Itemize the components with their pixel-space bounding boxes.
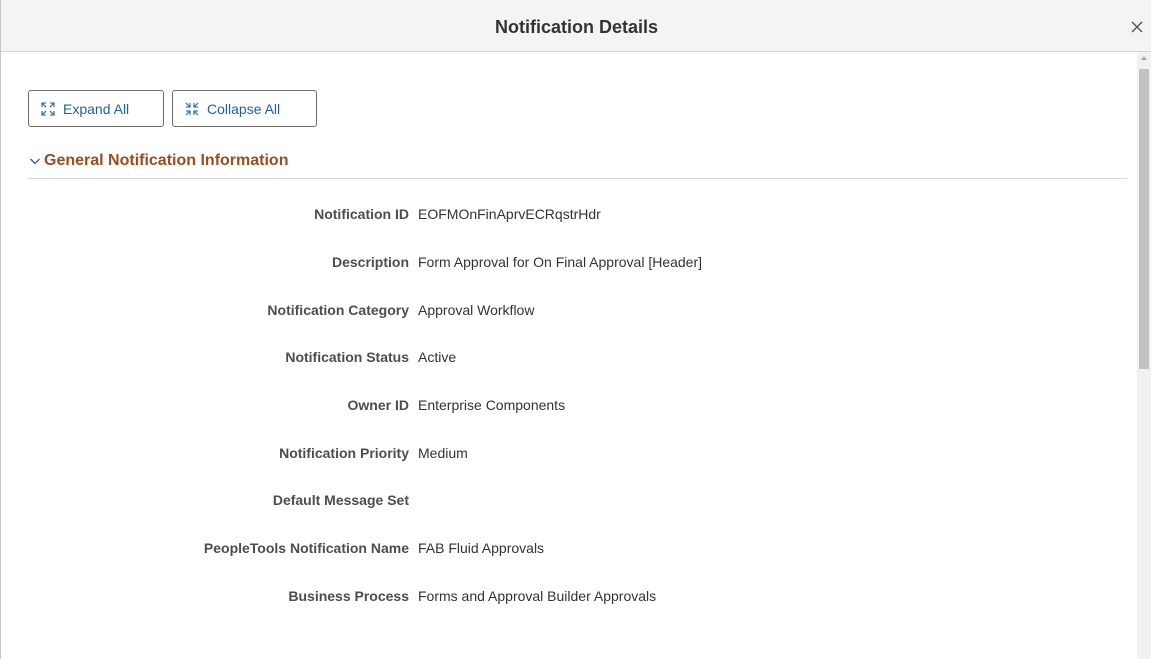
- field-row-notification-status: Notification Status Active: [1, 349, 1101, 369]
- field-value: FAB Fluid Approvals: [418, 540, 545, 556]
- field-value: Active: [418, 349, 457, 365]
- field-value: EOFMOnFinAprvECRqstrHdr: [418, 206, 601, 222]
- field-label: PeopleTools Notification Name: [203, 540, 409, 556]
- notification-details-dialog: Notification Details Expand All Collapse…: [0, 0, 1151, 659]
- field-label: Default Message Set: [272, 492, 409, 508]
- dialog-title: Notification Details: [494, 17, 659, 37]
- field-label: Notification ID: [314, 206, 409, 222]
- section-divider: [28, 178, 1127, 179]
- field-row-owner-id: Owner ID Enterprise Components: [1, 397, 1101, 417]
- field-row-business-process: Business Process Forms and Approval Buil…: [1, 588, 1101, 608]
- section-title: General Notification Information: [44, 152, 289, 169]
- field-value: Form Approval for On Final Approval [Hea…: [418, 254, 703, 270]
- vertical-scrollbar[interactable]: [1137, 52, 1151, 659]
- collapse-all-button[interactable]: Collapse All: [172, 90, 317, 127]
- field-value: Medium: [418, 445, 468, 461]
- field-label: Owner ID: [347, 397, 409, 413]
- field-label: Notification Status: [285, 349, 409, 365]
- field-row-notification-category: Notification Category Approval Workflow: [1, 302, 1101, 322]
- field-label: Notification Priority: [279, 445, 409, 461]
- chevron-down-icon: [30, 158, 40, 165]
- scroll-up-icon[interactable]: [1141, 56, 1147, 60]
- field-row-description: Description Form Approval for On Final A…: [1, 254, 1101, 274]
- field-row-notification-priority: Notification Priority Medium: [1, 445, 1101, 465]
- expand-all-label: Expand All: [63, 100, 130, 117]
- field-label: Description: [331, 254, 409, 270]
- field-value: Enterprise Components: [418, 397, 566, 413]
- close-icon[interactable]: [1128, 18, 1146, 36]
- expand-icon: [41, 101, 55, 116]
- collapse-icon: [185, 102, 199, 115]
- dialog-content: Expand All Collapse All General Notifica…: [1, 52, 1142, 659]
- field-value: Forms and Approval Builder Approvals: [418, 588, 657, 604]
- expand-all-button[interactable]: Expand All: [28, 90, 164, 127]
- scrollbar-thumb[interactable]: [1139, 69, 1149, 369]
- field-row-notification-id: Notification ID EOFMOnFinAprvECRqstrHdr: [1, 206, 1101, 226]
- general-section-toggle[interactable]: General Notification Information: [29, 150, 288, 172]
- next-section-header-partial: [29, 654, 159, 659]
- field-row-peopletools-notification-name: PeopleTools Notification Name FAB Fluid …: [1, 540, 1101, 560]
- dialog-header: Notification Details: [1, 0, 1151, 52]
- field-value: Approval Workflow: [418, 302, 535, 318]
- field-row-default-message-set: Default Message Set: [1, 492, 1101, 512]
- collapse-all-label: Collapse All: [207, 100, 281, 117]
- field-label: Notification Category: [267, 302, 409, 318]
- field-label: Business Process: [288, 588, 409, 604]
